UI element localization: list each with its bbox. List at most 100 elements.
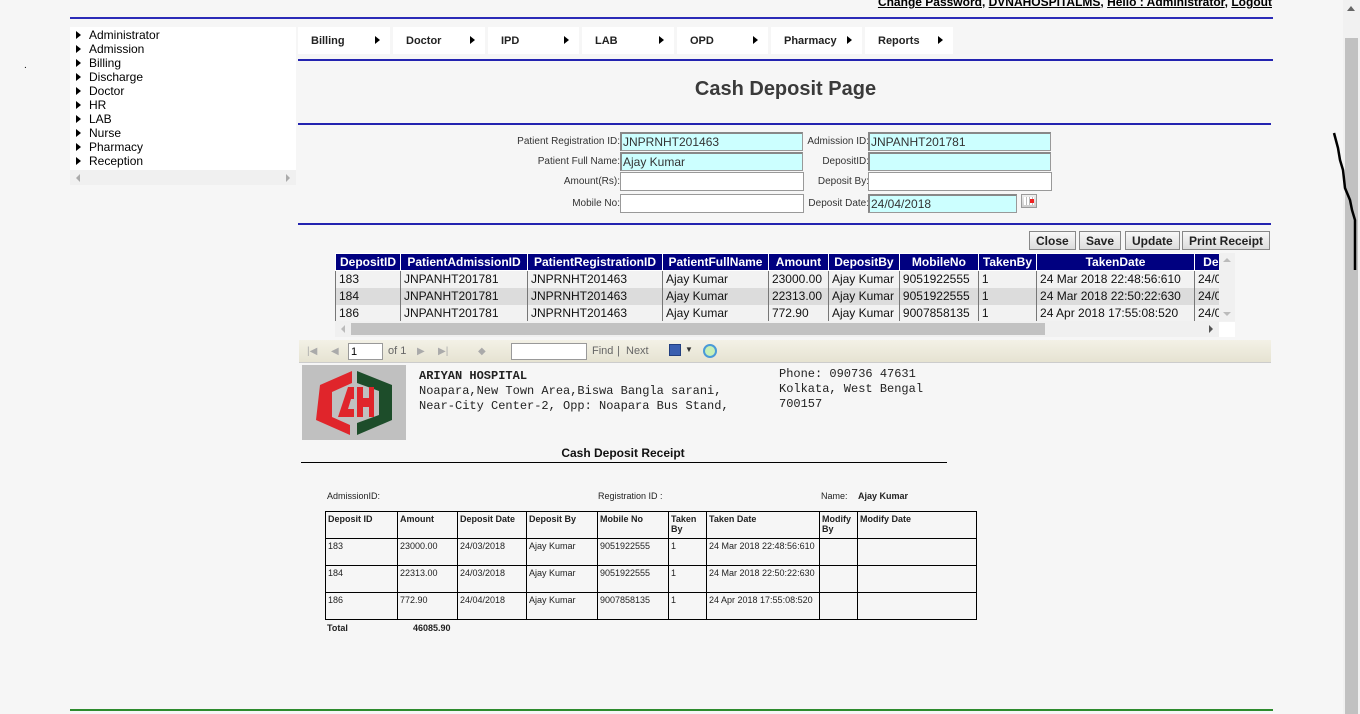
menu-opd[interactable]: OPD bbox=[677, 27, 768, 54]
menu-billing[interactable]: Billing bbox=[298, 27, 390, 54]
scroll-right-icon[interactable] bbox=[1209, 325, 1213, 333]
calendar-icon[interactable] bbox=[1021, 194, 1037, 208]
grid-cell: Ajay Kumar bbox=[827, 304, 900, 322]
expand-arrow-icon bbox=[76, 143, 81, 151]
receipt-cell: 1 bbox=[668, 538, 707, 566]
receipt-col: Modify By bbox=[819, 511, 858, 539]
last-page-icon[interactable]: ▶| bbox=[438, 346, 448, 357]
amount-label: Amount(Rs): bbox=[563, 176, 620, 187]
scroll-left-icon[interactable] bbox=[341, 325, 345, 333]
menu-doctor[interactable]: Doctor bbox=[393, 27, 485, 54]
grid-cell: 1 bbox=[977, 287, 1037, 305]
receipt-cell bbox=[819, 538, 858, 566]
expand-arrow-icon bbox=[76, 129, 81, 137]
sidebar-item-discharge[interactable]: Discharge bbox=[76, 70, 296, 84]
receipt-col: Taken Date bbox=[706, 511, 820, 539]
grid-horizontal-scrollbar[interactable] bbox=[335, 321, 1219, 337]
grid-col-full-name[interactable]: PatientFullName bbox=[661, 253, 769, 271]
refresh-icon[interactable] bbox=[703, 344, 717, 358]
print-receipt-button[interactable]: Print Receipt bbox=[1182, 231, 1271, 250]
grid-col-deposit-id[interactable]: DepositID bbox=[335, 253, 402, 271]
grid-col-deposit-by[interactable]: DepositBy bbox=[827, 253, 900, 271]
first-page-icon[interactable]: |◀ bbox=[307, 346, 317, 357]
scrollbar-thumb[interactable] bbox=[351, 323, 1045, 335]
grid-cell: 183 bbox=[335, 270, 401, 288]
grid-row[interactable]: 186 JNPANHT201781 JNPRNHT201463 Ajay Kum… bbox=[335, 304, 1235, 322]
report-toolbar: |◀ ◀ of 1 ▶ ▶| ◆ Find | Next ▼ bbox=[299, 340, 1271, 363]
receipt-cell: 23000.00 bbox=[397, 538, 458, 566]
find-link[interactable]: Find bbox=[592, 345, 613, 357]
expand-arrow-icon bbox=[76, 87, 81, 95]
scroll-up-icon[interactable] bbox=[1223, 258, 1231, 262]
hospital-phone: Phone: 090736 47631 bbox=[779, 367, 916, 381]
next-link[interactable]: Next bbox=[626, 345, 649, 357]
grid-cell: JNPANHT201781 bbox=[400, 304, 528, 322]
logout-link[interactable]: Logout bbox=[1231, 0, 1272, 9]
grid-col-taken-date[interactable]: TakenDate bbox=[1036, 253, 1195, 271]
receipt-cell: 22313.00 bbox=[397, 565, 458, 593]
sidebar-item-billing[interactable]: Billing bbox=[76, 56, 296, 70]
menu-reports[interactable]: Reports bbox=[865, 27, 953, 54]
save-button[interactable]: Save bbox=[1079, 231, 1122, 250]
back-to-parent-icon[interactable]: ◆ bbox=[478, 346, 486, 357]
deposit-by-field[interactable] bbox=[868, 172, 1052, 191]
grid-vertical-scrollbar[interactable] bbox=[1219, 253, 1235, 321]
sidebar-item-lab[interactable]: LAB bbox=[76, 112, 296, 126]
full-name-field[interactable] bbox=[620, 152, 803, 171]
submenu-arrow-icon bbox=[564, 36, 569, 44]
sidebar-item-administrator[interactable]: Administrator bbox=[76, 28, 296, 42]
scroll-down-icon[interactable] bbox=[1223, 312, 1231, 316]
find-text-input[interactable] bbox=[511, 343, 587, 360]
form-divider bbox=[298, 223, 1271, 225]
deposit-date-field[interactable] bbox=[868, 194, 1017, 213]
submenu-arrow-icon bbox=[659, 36, 664, 44]
admission-id-field[interactable] bbox=[868, 132, 1051, 151]
scroll-left-icon[interactable] bbox=[76, 174, 80, 182]
next-page-icon[interactable]: ▶ bbox=[417, 346, 425, 357]
scroll-right-icon[interactable] bbox=[286, 174, 290, 182]
deposit-id-field[interactable] bbox=[868, 152, 1051, 171]
change-password-link[interactable]: Change Password bbox=[878, 0, 982, 9]
grid-cell: JNPRNHT201463 bbox=[526, 270, 663, 288]
receipt-registration-label: Registration ID : bbox=[598, 491, 663, 501]
grid-col-registration-id[interactable]: PatientRegistrationID bbox=[526, 253, 663, 271]
grid-cell: 772.90 bbox=[767, 304, 829, 322]
receipt-row: 186 772.90 24/04/2018 Ajay Kumar 9007858… bbox=[325, 592, 977, 620]
page-number-input[interactable] bbox=[348, 343, 383, 360]
update-button[interactable]: Update bbox=[1125, 231, 1180, 250]
export-dropdown-icon[interactable]: ▼ bbox=[685, 345, 693, 354]
scroll-up-icon[interactable] bbox=[1347, 6, 1355, 11]
grid-col-admission-id[interactable]: PatientAdmissionID bbox=[400, 253, 528, 271]
submenu-arrow-icon bbox=[938, 36, 943, 44]
user-greeting-link[interactable]: Hello : Administrator bbox=[1107, 0, 1225, 9]
sidebar-item-pharmacy[interactable]: Pharmacy bbox=[76, 140, 296, 154]
grid-col-taken-by[interactable]: TakenBy bbox=[977, 253, 1038, 271]
grid-cell: Ajay Kumar bbox=[661, 287, 769, 305]
grid-col-mobile[interactable]: MobileNo bbox=[898, 253, 979, 271]
receipt-row: 184 22313.00 24/03/2018 Ajay Kumar 90519… bbox=[325, 565, 977, 593]
close-button[interactable]: Close bbox=[1029, 231, 1076, 250]
grid-cell: 22313.00 bbox=[767, 287, 829, 305]
menu-lab[interactable]: LAB bbox=[582, 27, 674, 54]
receipt-cell: 1 bbox=[668, 565, 707, 593]
sidebar-item-admission[interactable]: Admission bbox=[76, 42, 296, 56]
expand-arrow-icon bbox=[76, 73, 81, 81]
export-save-icon[interactable] bbox=[669, 344, 681, 356]
grid-col-amount[interactable]: Amount bbox=[767, 253, 829, 271]
sidebar-item-hr[interactable]: HR bbox=[76, 98, 296, 112]
menu-ipd[interactable]: IPD bbox=[488, 27, 579, 54]
amount-field[interactable] bbox=[620, 172, 804, 191]
registration-id-field[interactable] bbox=[620, 132, 803, 151]
mobile-field[interactable] bbox=[620, 194, 804, 213]
app-name-link[interactable]: DVNAHOSPITALMS bbox=[989, 0, 1101, 9]
receipt-cell: 1 bbox=[668, 592, 707, 620]
grid-row[interactable]: 183 JNPANHT201781 JNPRNHT201463 Ajay Kum… bbox=[335, 270, 1235, 288]
sidebar-item-reception[interactable]: Reception bbox=[76, 154, 296, 168]
menu-pharmacy[interactable]: Pharmacy bbox=[771, 27, 862, 54]
sidebar-item-doctor[interactable]: Doctor bbox=[76, 84, 296, 98]
page-vertical-scrollbar[interactable] bbox=[1343, 0, 1360, 714]
sidebar-item-nurse[interactable]: Nurse bbox=[76, 126, 296, 140]
grid-row[interactable]: 184 JNPANHT201781 JNPRNHT201463 Ajay Kum… bbox=[335, 287, 1235, 305]
previous-page-icon[interactable]: ◀ bbox=[331, 346, 339, 357]
sidebar-horizontal-scrollbar[interactable] bbox=[70, 170, 296, 185]
